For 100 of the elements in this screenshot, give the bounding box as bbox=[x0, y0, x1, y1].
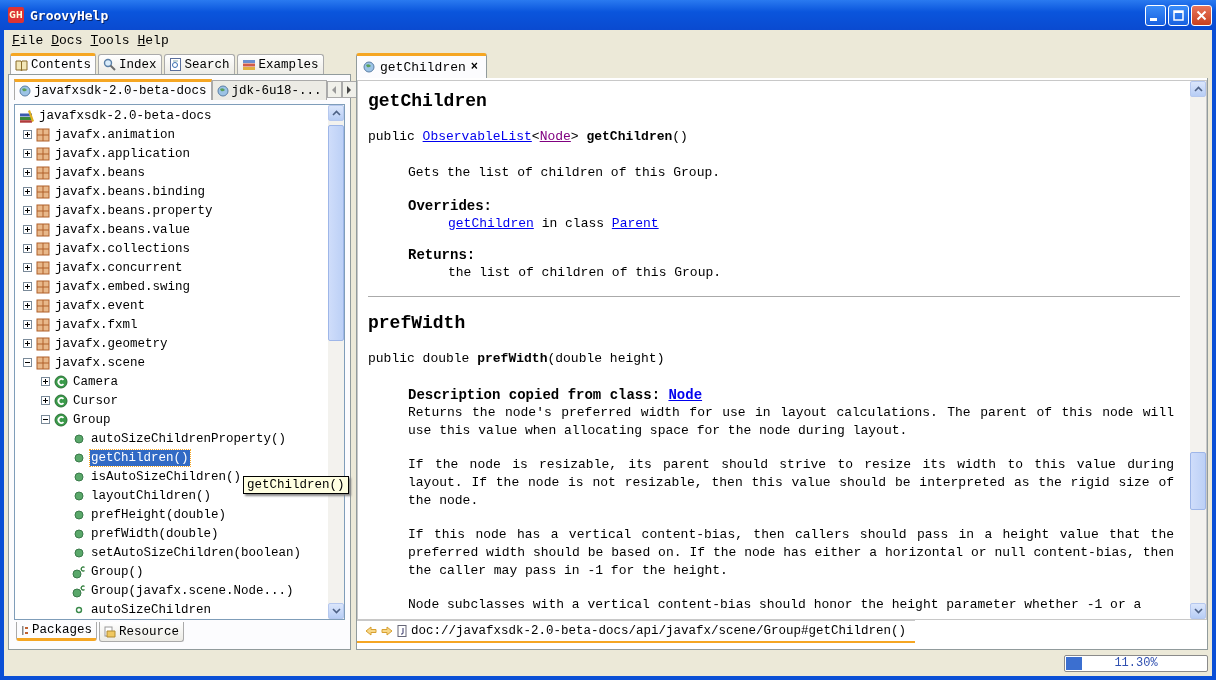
document-icon bbox=[397, 625, 407, 637]
expand-icon[interactable] bbox=[23, 339, 32, 348]
link[interactable]: Node bbox=[539, 129, 571, 144]
tree-item[interactable]: javafx.beans.value bbox=[54, 221, 192, 238]
tree-item[interactable]: javafx.scene bbox=[54, 354, 146, 371]
section-label: Returns: bbox=[408, 247, 477, 263]
tree-item[interactable]: layoutChildren() bbox=[90, 487, 213, 504]
docs-tab[interactable]: jdk-6u18-... bbox=[211, 80, 327, 100]
scrollbar-thumb[interactable] bbox=[1190, 452, 1206, 510]
class-icon bbox=[54, 374, 68, 389]
docs-tab[interactable]: javafxsdk-2.0-beta-docs bbox=[14, 79, 212, 100]
collapse-icon[interactable] bbox=[41, 415, 50, 424]
library-icon bbox=[19, 108, 35, 123]
tree-item[interactable]: isAutoSizeChildren() bbox=[90, 468, 243, 485]
tab[interactable]: Examples bbox=[236, 54, 324, 74]
tree-item[interactable]: javafx.beans.property bbox=[54, 202, 214, 219]
expand-icon[interactable] bbox=[41, 396, 50, 405]
method-icon bbox=[74, 490, 84, 501]
section-label: Overrides: bbox=[408, 198, 493, 214]
chevron-up-icon bbox=[331, 110, 341, 116]
tree-item[interactable]: Camera bbox=[72, 373, 119, 390]
description: Node subclasses with a vertical content-bias should honor the height parameter whether -1 or a bbox=[408, 596, 1143, 614]
method-icon bbox=[74, 547, 84, 558]
tree-item[interactable]: Group(javafx.scene.Node...) bbox=[90, 582, 295, 599]
link[interactable]: Node bbox=[668, 387, 703, 403]
package-icon bbox=[36, 127, 50, 142]
section-label: Description copied from class: bbox=[408, 387, 662, 403]
chevron-up-icon bbox=[1193, 86, 1203, 92]
scroll-down-button[interactable] bbox=[328, 603, 344, 619]
scroll-up-button[interactable] bbox=[1190, 81, 1206, 97]
package-icon bbox=[36, 241, 50, 256]
expand-icon[interactable] bbox=[23, 206, 32, 215]
description: Returns the node's preferred width for use in layout calculations. The parent of this node will use this value when allocating space for the node during layout. bbox=[408, 404, 1174, 440]
tree-item[interactable]: javafx.beans bbox=[54, 164, 146, 181]
close-tab-button[interactable]: × bbox=[470, 60, 479, 74]
scroll-down-button[interactable] bbox=[1190, 603, 1206, 619]
expand-icon[interactable] bbox=[23, 263, 32, 272]
tree-item[interactable]: autoSizeChildrenProperty() bbox=[90, 430, 288, 447]
tree-item[interactable]: Group() bbox=[90, 563, 145, 580]
tree-item[interactable]: Cursor bbox=[72, 392, 119, 409]
page-icon bbox=[168, 58, 182, 71]
tab[interactable]: Search bbox=[163, 54, 235, 74]
tree-item[interactable]: prefHeight(double) bbox=[90, 506, 228, 523]
tree-item[interactable]: javafx.geometry bbox=[54, 335, 169, 352]
package-icon bbox=[36, 260, 50, 275]
description: Gets the list of children of this Group. bbox=[408, 164, 722, 182]
maximize-button[interactable] bbox=[1168, 4, 1189, 26]
method-icon bbox=[74, 528, 84, 539]
close-button[interactable] bbox=[1191, 4, 1212, 26]
tree-item[interactable]: javafx.animation bbox=[54, 126, 177, 143]
signature: public double prefWidth(double height) bbox=[368, 351, 665, 366]
tree-item[interactable]: javafx.fxml bbox=[54, 316, 139, 333]
expand-icon[interactable] bbox=[23, 244, 32, 253]
tree-item[interactable]: javafx.collections bbox=[54, 240, 192, 257]
tree-item[interactable]: javafx.application bbox=[54, 145, 192, 162]
tree-item[interactable]: autoSizeChildren bbox=[90, 601, 213, 618]
menu-item[interactable]: Docs bbox=[47, 32, 87, 48]
expand-icon[interactable] bbox=[23, 320, 32, 329]
tree-item[interactable]: Group bbox=[72, 411, 112, 428]
tab[interactable]: Contents bbox=[10, 53, 96, 74]
tree-item[interactable]: javafx.concurrent bbox=[54, 259, 184, 276]
package-icon bbox=[36, 355, 50, 370]
menu-item[interactable]: File bbox=[8, 32, 48, 48]
package-icon bbox=[36, 298, 50, 313]
expand-icon[interactable] bbox=[23, 301, 32, 310]
detail-text: in class bbox=[540, 216, 606, 231]
document-tab[interactable]: getChildren × bbox=[356, 53, 488, 78]
menu-item[interactable]: Help bbox=[133, 32, 173, 48]
tab[interactable]: Index bbox=[98, 54, 162, 74]
tree-item[interactable]: javafx.embed.swing bbox=[54, 278, 192, 295]
tree-item[interactable]: javafx.event bbox=[54, 297, 146, 314]
expand-icon[interactable] bbox=[23, 187, 32, 196]
expand-icon[interactable] bbox=[23, 130, 32, 139]
tree-item[interactable]: prefWidth(double) bbox=[90, 525, 220, 542]
link[interactable]: Parent bbox=[611, 216, 659, 231]
link[interactable]: getChildren bbox=[448, 216, 534, 231]
signature-text: > bbox=[570, 129, 580, 144]
tree-item[interactable]: getChildren() bbox=[90, 449, 190, 466]
expand-icon[interactable] bbox=[23, 282, 32, 291]
tab[interactable]: Packages bbox=[16, 622, 97, 641]
expand-icon[interactable] bbox=[23, 149, 32, 158]
package-icon bbox=[36, 184, 50, 199]
method-name: getChildren bbox=[586, 129, 673, 144]
collapse-icon[interactable] bbox=[23, 358, 32, 367]
expand-icon[interactable] bbox=[41, 377, 50, 386]
minimize-button[interactable] bbox=[1145, 4, 1166, 26]
tree-item[interactable]: javafx.beans.binding bbox=[54, 183, 207, 200]
progress-reading: 11.30% bbox=[1113, 655, 1159, 671]
expand-icon[interactable] bbox=[23, 168, 32, 177]
class-icon bbox=[54, 393, 68, 408]
tree-item[interactable]: javafxsdk-2.0-beta-docs bbox=[38, 107, 213, 124]
expand-icon[interactable] bbox=[23, 225, 32, 234]
menu-item[interactable]: Tools bbox=[86, 32, 134, 48]
tab[interactable]: Resource bbox=[99, 622, 185, 642]
tree-item[interactable]: setAutoSizeChildren(boolean) bbox=[90, 544, 303, 561]
scroll-up-button[interactable] bbox=[328, 105, 344, 121]
scrollbar-thumb[interactable] bbox=[328, 125, 344, 341]
link[interactable]: ObservableList bbox=[422, 129, 532, 144]
right-arrow-icon bbox=[346, 85, 353, 94]
maximize-icon bbox=[1173, 9, 1184, 21]
